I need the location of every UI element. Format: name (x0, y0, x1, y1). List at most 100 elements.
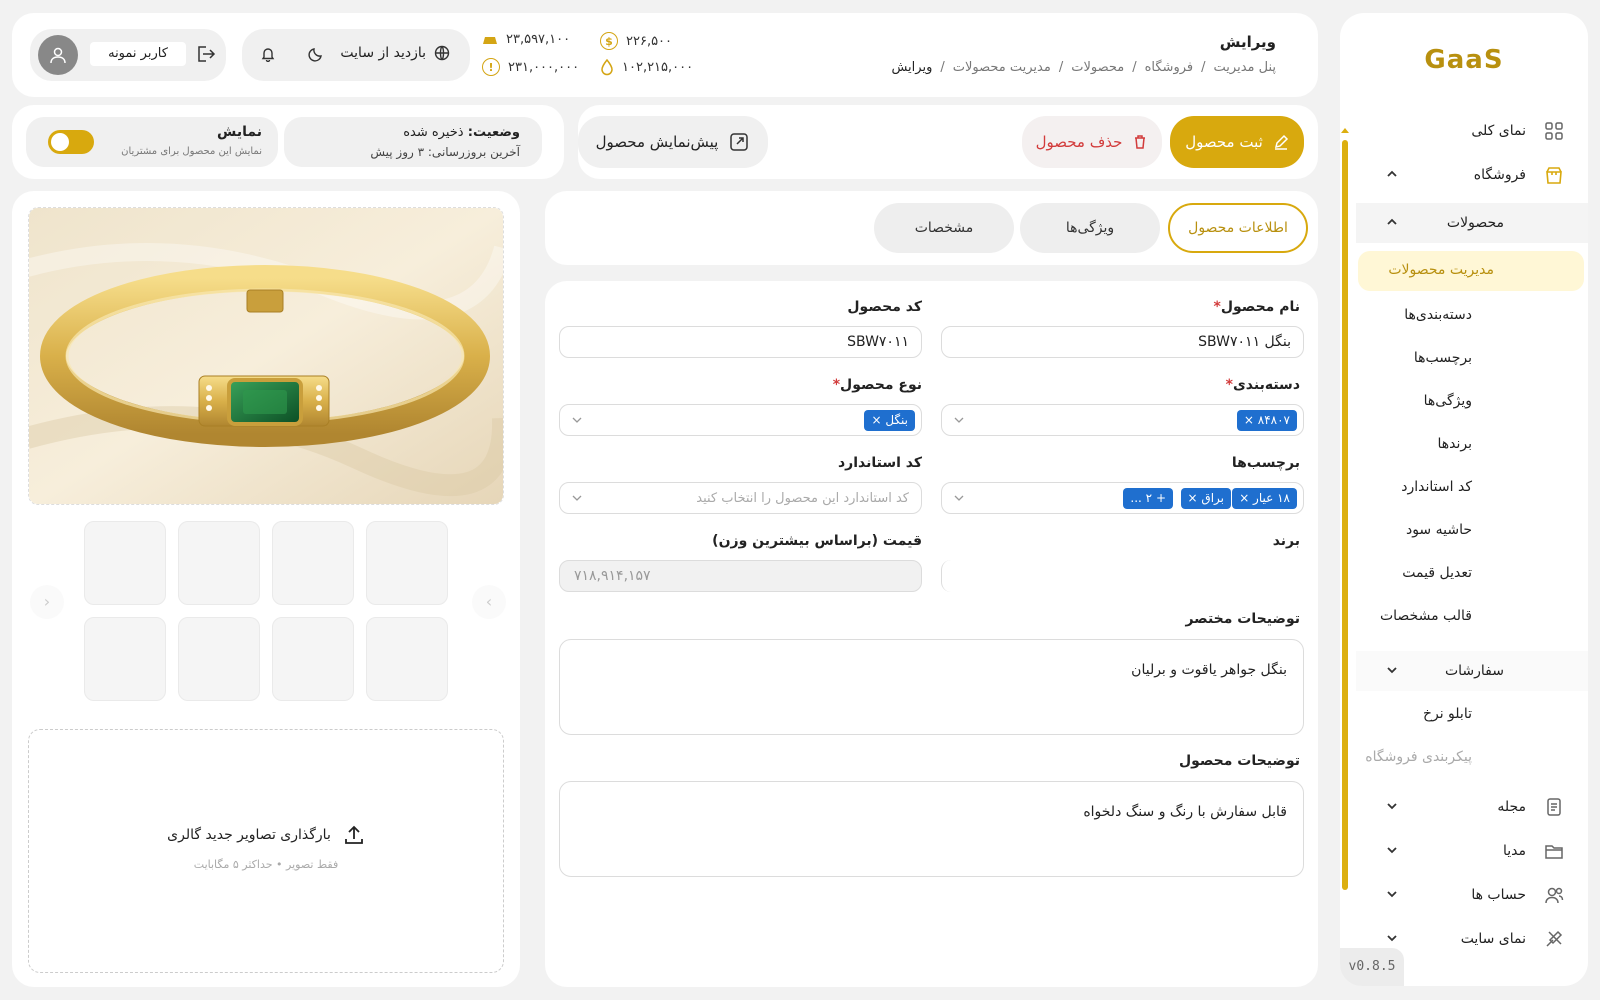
tags-select[interactable]: ۱۸ عیار × براق × + ۲ ... (941, 482, 1304, 514)
description-textarea[interactable]: قابل سفارش با رنگ و سنگ دلخواه (559, 781, 1304, 877)
thumbnail-slot[interactable] (272, 617, 354, 701)
thumbnail-slot[interactable] (366, 617, 448, 701)
brand-label: برند (1272, 533, 1300, 549)
tag-chip[interactable]: براق × (1180, 488, 1231, 509)
sidebar-item-label: فروشگاه (1473, 167, 1526, 183)
tag-more-chip[interactable]: + ۲ ... (1123, 488, 1173, 509)
breadcrumb-item[interactable]: مدیریت محصولات (953, 60, 1051, 75)
sidebar-item-products[interactable]: محصولات (1356, 203, 1588, 243)
breadcrumb-item[interactable]: فروشگاه (1145, 60, 1194, 75)
sidebar-item-orders[interactable]: سفارشات (1356, 651, 1588, 691)
sidebar-sub-label: برچسب‌ها (1413, 350, 1472, 366)
type-chip[interactable]: بنگل × (864, 410, 915, 431)
sidebar-sub-standard-code[interactable]: کد استاندارد (1334, 468, 1566, 508)
chevron-down-icon (954, 495, 964, 501)
thumbnail-slot[interactable] (178, 521, 260, 605)
status-box: وضعیت: ذخیره شده آخرین بروزرسانی: ۳ روز … (284, 117, 542, 167)
thumbnail-slot[interactable] (272, 521, 354, 605)
version-badge: v0.8.5 (1340, 948, 1404, 986)
standard-code-select[interactable]: کد استاندارد این محصول را انتخاب کنید (559, 482, 922, 514)
moon-icon[interactable] (308, 46, 324, 62)
visit-site-button[interactable]: بازدید از سایت (340, 45, 450, 61)
breadcrumb-item[interactable]: پنل مدیریت (1214, 60, 1276, 75)
thumbnail-slot[interactable] (178, 617, 260, 701)
logout-icon[interactable] (194, 43, 216, 65)
stat-value: ۲۳,۵۹۷,۱۰۰ (506, 32, 571, 47)
sidebar-sub-brands[interactable]: برندها (1334, 425, 1566, 465)
sidebar-sub-label: قالب مشخصات (1379, 608, 1472, 624)
label-text: نام محصول (1220, 299, 1300, 315)
sidebar-sub-label: دسته‌بندی‌ها (1404, 307, 1472, 323)
tab-product-info[interactable]: اطلاعات محصول (1168, 203, 1308, 253)
sidebar-sub-label: ویژگی‌ها (1423, 393, 1472, 409)
sidebar-sub-label: حاشیه سود (1405, 522, 1472, 538)
label-text: نوع محصول (840, 377, 922, 393)
upload-dropzone[interactable]: بارگذاری تصاویر جدید گالری فقط تصویر • ح… (28, 729, 504, 973)
action-bar: ثبت محصول حذف محصول پیش‌نمایش محصول (578, 105, 1318, 179)
store-icon (1546, 167, 1562, 184)
sidebar-sub-label: برندها (1437, 436, 1472, 452)
price-label: قیمت (براساس بیشترین وزن) (712, 533, 922, 549)
sidebar-sub-label: تعدیل قیمت (1402, 565, 1472, 581)
avatar[interactable] (38, 35, 78, 75)
product-code-input[interactable]: SBW۷۰۱۱ (559, 326, 922, 358)
name-label: نام محصول* (1213, 299, 1300, 315)
display-desc: نمایش این محصول برای مشتریان (121, 146, 262, 157)
sidebar-sub-spec-template[interactable]: قالب مشخصات (1334, 597, 1566, 637)
sidebar-sub-manage-products[interactable]: مدیریت محصولات (1358, 251, 1584, 291)
thumbnail-slot[interactable] (84, 521, 166, 605)
toggle-knob (51, 133, 69, 151)
label-text: دسته‌بندی (1232, 377, 1300, 393)
user-menu[interactable]: کاربر نمونه (30, 29, 226, 81)
app-logo: GaaS (1424, 45, 1504, 75)
sidebar-sub-rate-board[interactable]: تابلو نرخ (1334, 695, 1566, 735)
product-type-select[interactable]: بنگل × (559, 404, 922, 436)
gallery-prev-button[interactable]: ‹ (30, 585, 64, 619)
user-icon (50, 47, 66, 64)
chevron-up-icon (1387, 170, 1397, 177)
sidebar-sub-categories[interactable]: دسته‌بندی‌ها (1334, 296, 1566, 336)
status-line: وضعیت: ذخیره شده (403, 125, 520, 140)
gallery-next-button[interactable]: › (472, 585, 506, 619)
sidebar-item-store[interactable]: فروشگاه (1356, 155, 1588, 195)
category-chip[interactable]: ۸۴۸۰۷ × (1236, 410, 1297, 431)
preview-label: پیش‌نمایش محصول (595, 133, 719, 151)
category-select[interactable]: ۸۴۸۰۷ × (941, 404, 1304, 436)
sidebar-sub-tags[interactable]: برچسب‌ها (1334, 339, 1566, 379)
save-product-button[interactable]: ثبت محصول (1170, 116, 1304, 168)
category-label: دسته‌بندی* (1225, 377, 1300, 393)
stat-coin: ! ۲۳۱,۰۰۰,۰۰۰ (482, 58, 579, 76)
breadcrumb-item[interactable]: محصولات (1071, 60, 1124, 75)
sidebar-sub-attributes[interactable]: ویژگی‌ها (1334, 382, 1566, 422)
product-name-input[interactable]: بنگل SBW۷۰۱۱ (941, 326, 1304, 358)
thumbnail-slot[interactable] (84, 617, 166, 701)
sidebar-item-accounts[interactable]: حساب ها (1356, 875, 1588, 915)
image-gallery: › ‹ بارگذاری تصاویر جدید گالری فقط تصویر… (12, 191, 520, 987)
sidebar-item-overview[interactable]: نمای کلی (1356, 111, 1588, 151)
tag-chip[interactable]: ۱۸ عیار × (1232, 488, 1297, 509)
textarea-value: قابل سفارش با رنگ و سنگ دلخواه (1083, 804, 1287, 820)
stat-value: ۲۳۱,۰۰۰,۰۰۰ (508, 59, 580, 75)
sidebar-item-media[interactable]: مدیا (1356, 831, 1588, 871)
edit-icon (1274, 134, 1288, 150)
tab-attributes[interactable]: ویژگی‌ها (1020, 203, 1160, 253)
short-description-textarea[interactable]: بنگل جواهر یاقوت و برلیان (559, 639, 1304, 735)
tab-specifications[interactable]: مشخصات (874, 203, 1014, 253)
sidebar-sub-price-adjust[interactable]: تعدیل قیمت (1334, 554, 1566, 594)
sidebar: GaaS نمای کلی فروشگاه محصولات مدیریت محص… (1340, 13, 1588, 986)
tab-bar: اطلاعات محصول ویژگی‌ها مشخصات (545, 191, 1318, 265)
visit-site-label: بازدید از سایت (340, 45, 426, 61)
delete-product-button[interactable]: حذف محصول (1022, 116, 1162, 168)
brand-select[interactable] (941, 560, 1304, 592)
sidebar-item-magazine[interactable]: مجله (1356, 787, 1588, 827)
preview-product-button[interactable]: پیش‌نمایش محصول (578, 116, 768, 168)
sidebar-sub-profit-margin[interactable]: حاشیه سود (1334, 511, 1566, 551)
std-code-label: کد استاندارد (837, 455, 922, 471)
breadcrumb: پنل مدیریت / فروشگاه / محصولات / مدیریت محص… (891, 60, 1276, 75)
chevron-down-icon (1387, 803, 1397, 810)
scroll-up-arrow[interactable] (1341, 128, 1349, 133)
display-toggle[interactable] (48, 130, 94, 154)
thumbnail-slot[interactable] (366, 521, 448, 605)
product-main-image[interactable] (28, 207, 504, 505)
bell-icon[interactable] (260, 46, 276, 62)
